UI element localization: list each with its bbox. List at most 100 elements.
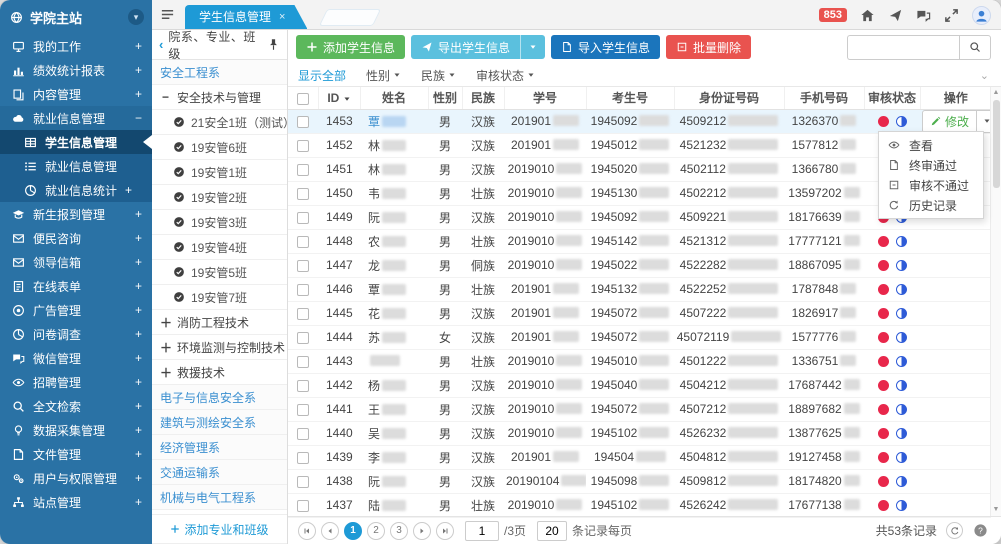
row-checkbox[interactable] (297, 284, 309, 296)
column-header-0[interactable]: ID (318, 87, 360, 109)
sidebar-item-2[interactable]: 内容管理+ (0, 82, 152, 106)
row-checkbox[interactable] (297, 140, 309, 152)
sidebar-item-9[interactable]: 问卷调查+ (0, 322, 152, 346)
export-dropdown-toggle[interactable] (520, 35, 545, 59)
sidebar-item-4[interactable]: 新生报到管理+ (0, 202, 152, 226)
export-student-button[interactable]: 导出学生信息 (411, 35, 520, 59)
filter-show-all[interactable]: 显示全部 (298, 67, 346, 84)
row-checkbox[interactable] (297, 212, 309, 224)
pin-icon[interactable] (267, 38, 280, 51)
sidebar-item-3[interactable]: 就业信息管理− (0, 106, 152, 130)
row-checkbox[interactable] (297, 308, 309, 320)
tree-class-4[interactable]: 19安管3班 (152, 210, 287, 235)
tree-dept-active[interactable]: 安全工程系 (152, 60, 287, 85)
notification-badge[interactable]: 853 (819, 8, 847, 22)
user-avatar[interactable] (972, 6, 991, 25)
sidebar-subitem-0[interactable]: 学生信息管理 (0, 130, 152, 154)
tree-class-1[interactable]: 19安管6班 (152, 135, 287, 160)
help-button[interactable] (972, 522, 989, 539)
row-checkbox[interactable] (297, 476, 309, 488)
sidebar-item-10[interactable]: 微信管理+ (0, 346, 152, 370)
scroll-up-icon[interactable]: ▲ (993, 87, 1000, 99)
page-size-input[interactable] (537, 521, 567, 541)
sidebar-item-8[interactable]: 广告管理+ (0, 298, 152, 322)
row-checkbox[interactable] (297, 164, 309, 176)
row-menu-item-0[interactable]: 查看 (879, 135, 983, 155)
tab-close-icon[interactable]: × (279, 5, 285, 29)
filter-2[interactable]: 审核状态 (476, 67, 535, 84)
row-checkbox[interactable] (297, 260, 309, 272)
sidebar-item-15[interactable]: 用户与权限管理+ (0, 466, 152, 490)
tree-dept-3[interactable]: 交通运输系 (152, 460, 287, 485)
batch-delete-button[interactable]: 批量删除 (666, 35, 751, 59)
sidebar-collapse-button[interactable]: ▾ (128, 9, 144, 25)
search-button[interactable] (959, 35, 991, 60)
tree-major-3[interactable]: ＋救援技术 (152, 360, 287, 385)
filter-collapse-icon[interactable]: ⌄ (980, 69, 989, 82)
sidebar-item-14[interactable]: 文件管理+ (0, 442, 152, 466)
last-page-button[interactable] (436, 522, 454, 540)
tree-major-2[interactable]: ＋环境监测与控制技术 (152, 335, 287, 360)
row-checkbox[interactable] (297, 236, 309, 248)
filter-0[interactable]: 性别 (366, 67, 401, 84)
sidebar-subitem-2[interactable]: 就业信息统计+ (0, 178, 152, 202)
tab-student-info[interactable]: 学生信息管理 × (185, 5, 307, 29)
row-checkbox[interactable] (297, 188, 309, 200)
sidebar-item-12[interactable]: 全文检索+ (0, 394, 152, 418)
sidebar-item-0[interactable]: 我的工作+ (0, 34, 152, 58)
tree-class-3[interactable]: 19安管2班 (152, 185, 287, 210)
sidebar-item-5[interactable]: 便民咨询+ (0, 226, 152, 250)
sidebar-item-13[interactable]: 数据采集管理+ (0, 418, 152, 442)
tree-class-2[interactable]: 19安管1班 (152, 160, 287, 185)
tree-dept-1[interactable]: 建筑与测绘安全系 (152, 410, 287, 435)
next-page-button[interactable] (413, 522, 431, 540)
tree-dept-4[interactable]: 机械与电气工程系 (152, 485, 287, 510)
page-button-3[interactable]: 3 (390, 522, 408, 540)
sidebar-item-7[interactable]: 在线表单+ (0, 274, 152, 298)
row-menu-item-2[interactable]: 审核不通过 (879, 175, 983, 195)
scrollbar-thumb[interactable] (993, 100, 1000, 188)
row-checkbox[interactable] (297, 116, 309, 128)
row-checkbox[interactable] (297, 500, 309, 512)
refresh-button[interactable] (946, 522, 963, 539)
row-menu-item-1[interactable]: 终审通过 (879, 155, 983, 175)
menu-toggle-icon[interactable] (160, 7, 175, 22)
collapse-panel-icon[interactable]: ‹ (159, 37, 163, 52)
sidebar-item-11[interactable]: 招聘管理+ (0, 370, 152, 394)
search-input[interactable] (847, 35, 959, 60)
tree-class-0[interactable]: 21安全1班（测试） (152, 110, 287, 135)
page-input[interactable] (465, 521, 499, 541)
row-checkbox[interactable] (297, 356, 309, 368)
import-student-button[interactable]: 导入学生信息 (551, 35, 660, 59)
tree-dept-2[interactable]: 经济管理系 (152, 435, 287, 460)
select-all-checkbox[interactable] (297, 93, 309, 105)
row-checkbox[interactable] (297, 332, 309, 344)
tree-major-1[interactable]: ＋消防工程技术 (152, 310, 287, 335)
edit-dropdown-toggle[interactable] (976, 111, 991, 132)
fullscreen-icon[interactable] (944, 8, 959, 23)
filter-1[interactable]: 民族 (421, 67, 456, 84)
sidebar-subitem-1[interactable]: 就业信息管理 (0, 154, 152, 178)
sidebar-item-6[interactable]: 领导信箱+ (0, 250, 152, 274)
sidebar-item-16[interactable]: 站点管理+ (0, 490, 152, 514)
sidebar-item-1[interactable]: 绩效统计报表+ (0, 58, 152, 82)
tree-class-6[interactable]: 19安管5班 (152, 260, 287, 285)
page-button-1[interactable]: 1 (344, 522, 362, 540)
row-checkbox[interactable] (297, 452, 309, 464)
row-checkbox[interactable] (297, 404, 309, 416)
prev-page-button[interactable] (321, 522, 339, 540)
edit-button[interactable]: 修改 (923, 111, 976, 132)
home-icon[interactable] (860, 8, 875, 23)
page-button-2[interactable]: 2 (367, 522, 385, 540)
add-student-button[interactable]: 添加学生信息 (296, 35, 405, 59)
tree-major-0[interactable]: −安全技术与管理 (152, 85, 287, 110)
scroll-down-icon[interactable]: ▼ (993, 504, 1000, 516)
tree-dept-0[interactable]: 电子与信息安全系 (152, 385, 287, 410)
tree-class-7[interactable]: 19安管7班 (152, 285, 287, 310)
row-menu-item-3[interactable]: 历史记录 (879, 195, 983, 215)
tree-class-5[interactable]: 19安管4班 (152, 235, 287, 260)
row-checkbox[interactable] (297, 380, 309, 392)
row-checkbox[interactable] (297, 428, 309, 440)
send-icon[interactable] (888, 8, 903, 23)
vertical-scrollbar[interactable]: ▲ ▼ (990, 87, 1001, 516)
